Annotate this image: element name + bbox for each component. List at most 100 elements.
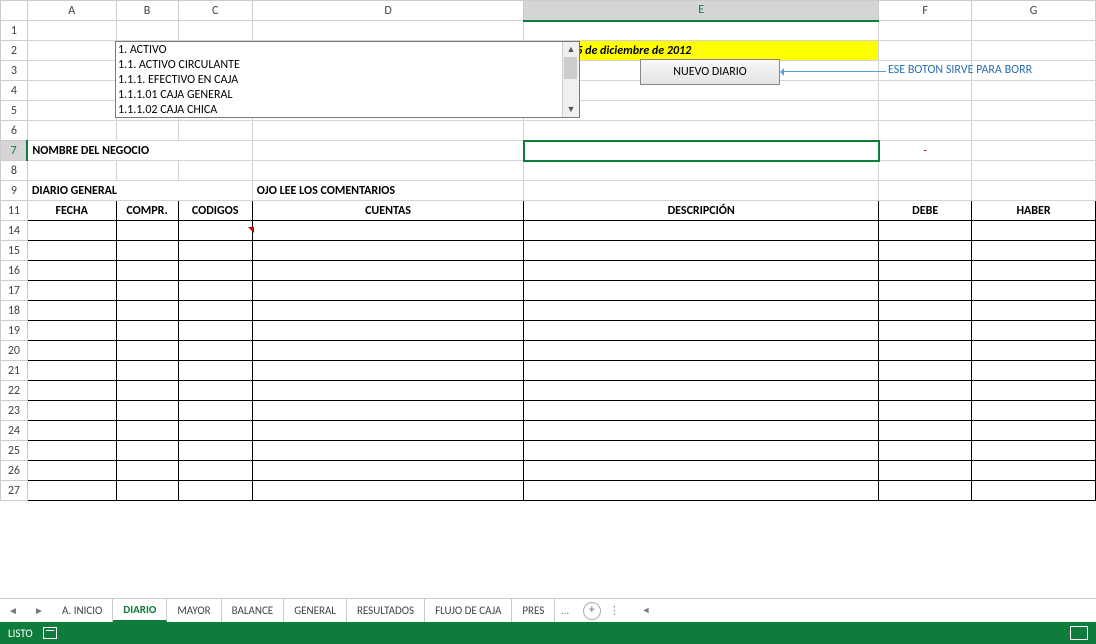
select-all-cell[interactable] bbox=[1, 1, 28, 21]
cell-D8[interactable] bbox=[252, 161, 523, 181]
row-header-3[interactable]: 3 bbox=[1, 61, 28, 81]
cell-D9[interactable]: OJO LEE LOS COMENTARIOS bbox=[252, 181, 523, 201]
cell-A21[interactable] bbox=[27, 361, 116, 381]
cell-F25[interactable] bbox=[879, 441, 972, 461]
macro-recorder-icon[interactable] bbox=[43, 627, 57, 639]
col-header-A[interactable]: A bbox=[27, 1, 116, 21]
comment-indicator-icon[interactable] bbox=[248, 227, 254, 233]
cell-C24[interactable] bbox=[178, 421, 252, 441]
scroll-thumb[interactable] bbox=[564, 57, 577, 79]
cell-C8[interactable] bbox=[178, 161, 252, 181]
row-header-22[interactable]: 22 bbox=[1, 381, 28, 401]
cell-B24[interactable] bbox=[116, 421, 178, 441]
row-header-15[interactable]: 15 bbox=[1, 241, 28, 261]
cell-E23[interactable] bbox=[524, 401, 879, 421]
cell-F17[interactable] bbox=[879, 281, 972, 301]
cell-F7[interactable]: - bbox=[879, 141, 972, 161]
cell-G4[interactable] bbox=[972, 81, 1096, 101]
cell-A6[interactable] bbox=[27, 121, 116, 141]
cell-E20[interactable] bbox=[524, 341, 879, 361]
row-header-17[interactable]: 17 bbox=[1, 281, 28, 301]
cell-G8[interactable] bbox=[972, 161, 1096, 181]
cell-B21[interactable] bbox=[116, 361, 178, 381]
cell-F19[interactable] bbox=[879, 321, 972, 341]
row-header-4[interactable]: 4 bbox=[1, 81, 28, 101]
cell-B26[interactable] bbox=[116, 461, 178, 481]
cell-A24[interactable] bbox=[27, 421, 116, 441]
cell-G24[interactable] bbox=[972, 421, 1096, 441]
sheet-tab-flujo-de-caja[interactable]: FLUJO DE CAJA bbox=[425, 599, 512, 622]
sheet-tab-resultados[interactable]: RESULTADOS bbox=[347, 599, 425, 622]
cell-F14[interactable] bbox=[879, 221, 972, 241]
new-sheet-button[interactable]: + bbox=[583, 602, 601, 620]
cell-G18[interactable] bbox=[972, 301, 1096, 321]
cell-A20[interactable] bbox=[27, 341, 116, 361]
cell-A18[interactable] bbox=[27, 301, 116, 321]
cell-F22[interactable] bbox=[879, 381, 972, 401]
cell-D18[interactable] bbox=[252, 301, 523, 321]
hscroll-left-icon[interactable]: ◄ bbox=[639, 605, 653, 616]
row-header-25[interactable]: 25 bbox=[1, 441, 28, 461]
cell-F2[interactable] bbox=[879, 41, 972, 61]
cell-E18[interactable] bbox=[524, 301, 879, 321]
cell-E7[interactable] bbox=[524, 141, 879, 161]
cell-E15[interactable] bbox=[524, 241, 879, 261]
cell-C18[interactable] bbox=[178, 301, 252, 321]
scroll-up-icon[interactable]: ▲ bbox=[563, 42, 579, 57]
dropdown-item[interactable]: 1. ACTIVO bbox=[118, 43, 560, 58]
cell-B25[interactable] bbox=[116, 441, 178, 461]
cell-D27[interactable] bbox=[252, 481, 523, 501]
accounts-dropdown[interactable]: 1. ACTIVO1.1. ACTIVO CIRCULANTE1.1.1. EF… bbox=[115, 41, 580, 118]
cell-F8[interactable] bbox=[879, 161, 972, 181]
cell-C17[interactable] bbox=[178, 281, 252, 301]
cell-D17[interactable] bbox=[252, 281, 523, 301]
cell-G19[interactable] bbox=[972, 321, 1096, 341]
cell-A4[interactable] bbox=[27, 81, 116, 101]
row-header-11[interactable]: 11 bbox=[1, 201, 28, 221]
cell-F5[interactable] bbox=[879, 101, 972, 121]
cell-D21[interactable] bbox=[252, 361, 523, 381]
col-header-F[interactable]: F bbox=[879, 1, 972, 21]
cell-E11[interactable]: DESCRIPCIÓN bbox=[524, 201, 879, 221]
row-header-2[interactable]: 2 bbox=[1, 41, 28, 61]
sheet-tab-diario[interactable]: DIARIO bbox=[113, 599, 167, 622]
row-header-27[interactable]: 27 bbox=[1, 481, 28, 501]
cell-F24[interactable] bbox=[879, 421, 972, 441]
cell-G26[interactable] bbox=[972, 461, 1096, 481]
row-header-23[interactable]: 23 bbox=[1, 401, 28, 421]
tab-nav-prev-icon[interactable]: ◄ bbox=[0, 604, 26, 617]
tab-nav-next-icon[interactable]: ► bbox=[26, 604, 52, 617]
cell-F11[interactable]: DEBE bbox=[879, 201, 972, 221]
cell-E27[interactable] bbox=[524, 481, 879, 501]
cell-G16[interactable] bbox=[972, 261, 1096, 281]
cell-E25[interactable] bbox=[524, 441, 879, 461]
cell-B22[interactable] bbox=[116, 381, 178, 401]
cell-A11[interactable]: FECHA bbox=[27, 201, 116, 221]
cell-F15[interactable] bbox=[879, 241, 972, 261]
cell-F27[interactable] bbox=[879, 481, 972, 501]
row-header-26[interactable]: 26 bbox=[1, 461, 28, 481]
cell-D25[interactable] bbox=[252, 441, 523, 461]
cell-C11[interactable]: CODIGOS bbox=[178, 201, 252, 221]
cell-G27[interactable] bbox=[972, 481, 1096, 501]
cell-E26[interactable] bbox=[524, 461, 879, 481]
cell-B11[interactable]: COMPR. bbox=[116, 201, 178, 221]
tab-more-icon[interactable]: … bbox=[555, 604, 575, 617]
cell-C15[interactable] bbox=[178, 241, 252, 261]
cell-F26[interactable] bbox=[879, 461, 972, 481]
cell-A16[interactable] bbox=[27, 261, 116, 281]
cell-C27[interactable] bbox=[178, 481, 252, 501]
dropdown-item[interactable]: 1.1.1.02 CAJA CHICA bbox=[118, 103, 560, 117]
cell-C1[interactable] bbox=[178, 21, 252, 41]
row-header-16[interactable]: 16 bbox=[1, 261, 28, 281]
cell-G21[interactable] bbox=[972, 361, 1096, 381]
scroll-down-icon[interactable]: ▼ bbox=[563, 102, 579, 117]
cell-G7[interactable] bbox=[972, 141, 1096, 161]
cell-A27[interactable] bbox=[27, 481, 116, 501]
row-header-7[interactable]: 7 bbox=[1, 141, 28, 161]
dropdown-item[interactable]: 1.1.1.01 CAJA GENERAL bbox=[118, 88, 560, 103]
row-header-19[interactable]: 19 bbox=[1, 321, 28, 341]
row-header-8[interactable]: 8 bbox=[1, 161, 28, 181]
cell-G6[interactable] bbox=[972, 121, 1096, 141]
cell-G25[interactable] bbox=[972, 441, 1096, 461]
